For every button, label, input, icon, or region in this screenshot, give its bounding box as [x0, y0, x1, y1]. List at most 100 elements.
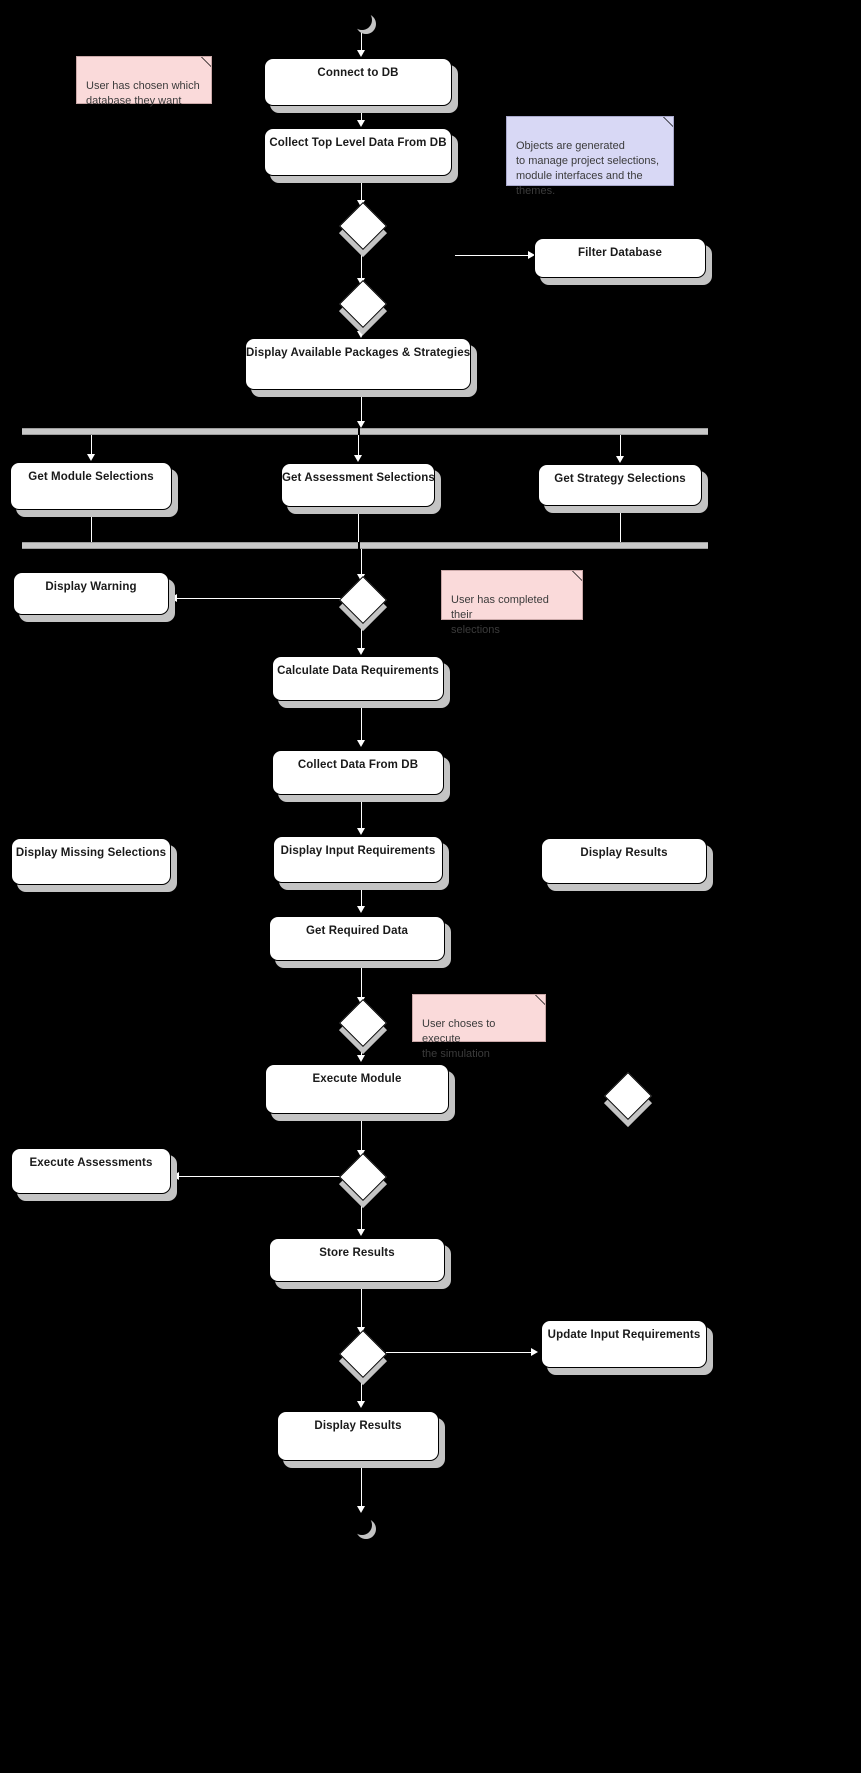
decision-after-join[interactable] — [338, 575, 388, 625]
arrowhead — [616, 456, 624, 463]
activity-display-warning[interactable]: Display Warning — [13, 572, 169, 615]
arrowhead — [357, 1506, 365, 1513]
activity-label: Execute Module — [312, 1073, 402, 1085]
arrowhead — [357, 1401, 365, 1408]
activity-collect-top-level-data[interactable]: Collect Top Level Data From DB — [264, 128, 452, 176]
activity-label: Display Available Packages & Strategies — [246, 347, 471, 359]
activity-label: Display Missing Selections — [15, 847, 167, 859]
activity-label: Display Results — [580, 847, 668, 859]
note-text: User has completed their selections — [451, 594, 549, 636]
activity-label: Get Assessment Selections — [282, 472, 435, 484]
connector-execute-to-d6 — [361, 1121, 362, 1151]
activity-display-results-right[interactable]: Display Results — [541, 838, 707, 884]
activity-label: Display Input Requirements — [280, 845, 436, 857]
activity-execute-assessments[interactable]: Execute Assessments — [11, 1148, 171, 1194]
end-node — [352, 1515, 372, 1535]
activity-collect-data-from-db[interactable]: Collect Data From DB — [272, 750, 444, 795]
arrowhead — [87, 884, 95, 891]
connector-to-filter-db — [455, 255, 531, 256]
activity-label: Calculate Data Requirements — [277, 665, 439, 677]
activity-store-results[interactable]: Store Results — [269, 1238, 445, 1282]
arrowhead — [357, 1055, 365, 1062]
activity-update-input-requirements[interactable]: Update Input Requirements — [541, 1320, 707, 1368]
connector-module-to-join — [91, 517, 92, 542]
decision-after-execute[interactable] — [338, 1152, 388, 1202]
connector-start-to-connect — [361, 30, 362, 51]
connector-d7-to-updatereq — [386, 1352, 534, 1353]
note-fold-inner-icon — [664, 117, 673, 126]
note-fold-inner-icon — [573, 571, 582, 580]
arrowhead — [170, 594, 177, 602]
connector-strategy-to-join — [620, 513, 621, 542]
connector-d6-to-store — [361, 1197, 362, 1231]
activity-get-assessment-selections[interactable]: Get Assessment Selections — [281, 463, 435, 507]
fork-bar-notch — [358, 428, 360, 435]
note-user-executes-simulation: User choses to execute the simulation — [412, 994, 546, 1060]
fork-bar — [22, 428, 708, 435]
note-text: User has chosen which database they want — [86, 80, 200, 107]
connector-d7-to-final-results — [361, 1374, 362, 1404]
activity-get-module-selections[interactable]: Get Module Selections — [10, 462, 172, 510]
activity-calculate-data-requirements[interactable]: Calculate Data Requirements — [272, 656, 444, 701]
join-bar — [22, 542, 708, 549]
arrowhead — [357, 906, 365, 913]
activity-label: Execute Assessments — [29, 1157, 153, 1169]
activity-filter-database[interactable]: Filter Database — [534, 238, 706, 278]
note-fold-inner-icon — [202, 57, 211, 66]
activity-display-input-requirements[interactable]: Display Input Requirements — [273, 836, 443, 883]
activity-label: Connect to DB — [317, 67, 399, 79]
activity-get-required-data[interactable]: Get Required Data — [269, 916, 445, 961]
connector-join-to-d3 — [361, 549, 362, 577]
activity-label: Update Input Requirements — [547, 1329, 701, 1341]
connector-d3-to-calculate — [361, 620, 362, 650]
arrowhead — [531, 1348, 538, 1356]
activity-display-available-packages[interactable]: Display Available Packages & Strategies — [245, 338, 471, 390]
join-bar-notch — [358, 542, 360, 549]
note-text: User choses to execute the simulation — [422, 1018, 496, 1060]
activity-display-results-final[interactable]: Display Results — [277, 1411, 439, 1461]
activity-label: Collect Top Level Data From DB — [269, 137, 447, 149]
arrowhead — [357, 421, 365, 428]
arrowhead — [87, 454, 95, 461]
connector-assessment-to-join — [358, 514, 359, 542]
arrowhead — [620, 884, 628, 891]
arrowhead — [357, 648, 365, 655]
arrowhead — [357, 50, 365, 57]
connector-d3-to-warning — [176, 598, 344, 599]
activity-display-missing-selections[interactable]: Display Missing Selections — [11, 838, 171, 885]
note-text: Objects are generated to manage project … — [516, 140, 660, 197]
connector-d1-to-d2 — [361, 250, 362, 280]
activity-label: Display Results — [314, 1420, 402, 1432]
decision-after-filter[interactable] — [338, 279, 388, 329]
activity-label: Get Module Selections — [28, 471, 154, 483]
decision-right-of-execute[interactable] — [603, 1071, 653, 1121]
decision-after-collect-top-level[interactable] — [338, 201, 388, 251]
connector-collectdata-to-inputreq — [361, 802, 362, 830]
decision-before-execute[interactable] — [338, 998, 388, 1048]
note-user-completed-selections: User has completed their selections — [441, 570, 583, 636]
arrowhead — [357, 740, 365, 747]
activity-label: Store Results — [319, 1247, 395, 1259]
start-node — [352, 10, 372, 30]
connector-calculate-to-collectdata — [361, 708, 362, 743]
arrowhead — [357, 828, 365, 835]
note-fold-inner-icon — [536, 995, 545, 1004]
decision-after-store[interactable] — [338, 1329, 388, 1379]
arrowhead — [357, 1229, 365, 1236]
arrowhead — [354, 455, 362, 462]
activity-connect-to-db[interactable]: Connect to DB — [264, 58, 452, 106]
note-user-chose-database: User has chosen which database they want — [76, 56, 212, 107]
activity-label: Display Warning — [45, 581, 137, 593]
activity-execute-module[interactable]: Execute Module — [265, 1064, 449, 1114]
note-objects-generated: Objects are generated to manage project … — [506, 116, 674, 197]
connector-d6-to-assessments — [178, 1176, 344, 1177]
arrowhead — [172, 1172, 179, 1180]
activity-label: Collect Data From DB — [297, 759, 419, 771]
connector-final-results-to-end — [361, 1468, 362, 1510]
activity-label: Get Strategy Selections — [554, 473, 686, 485]
connector-store-to-d7 — [361, 1289, 362, 1331]
connector-getdata-to-d4 — [361, 968, 362, 1000]
activity-label: Filter Database — [578, 247, 662, 259]
arrowhead — [357, 331, 365, 338]
activity-get-strategy-selections[interactable]: Get Strategy Selections — [538, 464, 702, 506]
